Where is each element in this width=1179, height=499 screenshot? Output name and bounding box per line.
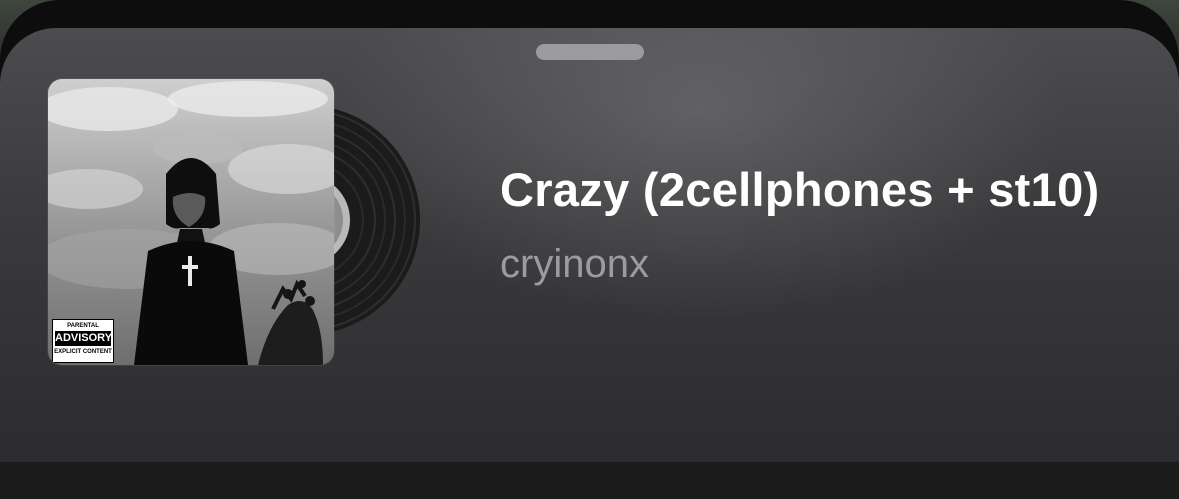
parental-advisory-label: PARENTAL ADVISORY EXPLICIT CONTENT [52, 319, 114, 363]
artist-name[interactable]: cryinonx [500, 242, 649, 287]
parental-advisory-bottom-text: EXPLICIT CONTENT [54, 349, 112, 355]
parental-advisory-top-text: PARENTAL [67, 323, 99, 329]
song-title[interactable]: Crazy (2cellphones + st10) [500, 162, 1099, 217]
sheet-grabber-handle[interactable] [536, 44, 644, 60]
bottom-bar [0, 462, 1179, 499]
parental-advisory-main-text: ADVISORY [55, 331, 113, 346]
album-artwork[interactable]: PARENTAL ADVISORY EXPLICIT CONTENT [48, 79, 334, 365]
now-playing-screen: PARENTAL ADVISORY EXPLICIT CONTENT Crazy… [0, 0, 1179, 499]
